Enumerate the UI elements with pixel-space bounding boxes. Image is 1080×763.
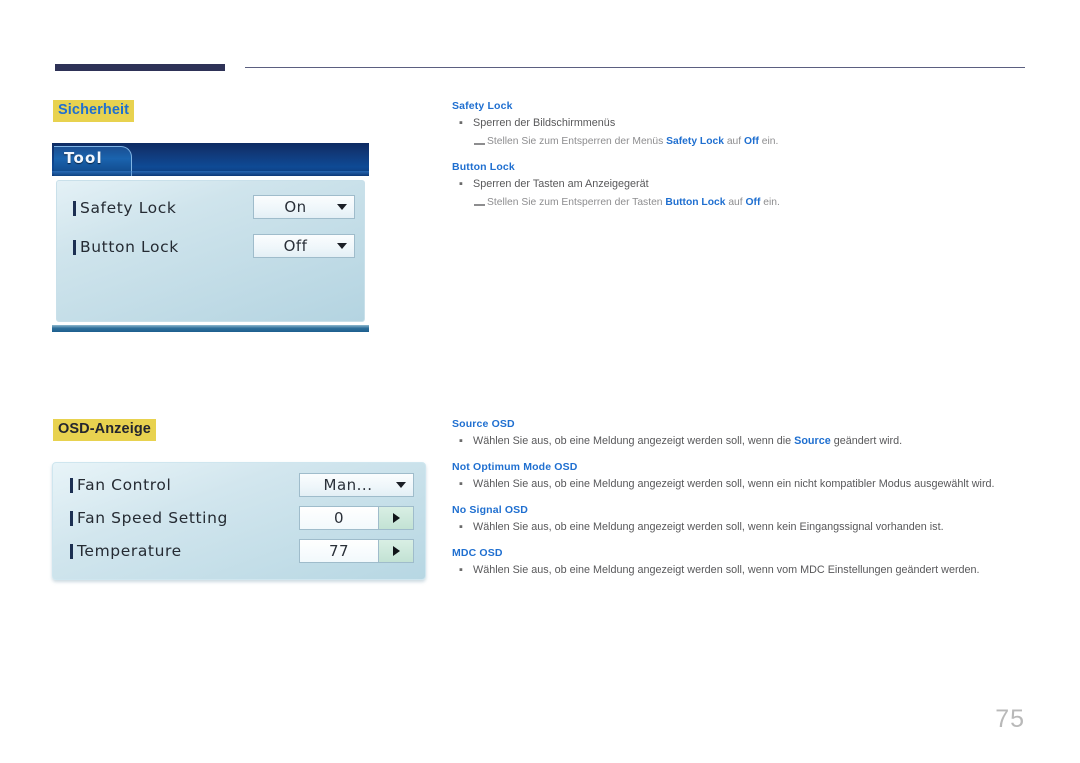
osd-panel-tool: Tool Safety Lock On Button Lock Off (52, 143, 369, 332)
osd-row-label: Temperature (77, 542, 182, 560)
bullet-icon: ▪ (459, 563, 463, 576)
osd-stepper-increase-button[interactable] (378, 507, 413, 529)
osd-row-label: Button Lock (80, 238, 179, 256)
doc-bullet-text: Wählen Sie aus, ob eine Meldung angezeig… (473, 563, 980, 576)
doc-term-not-optimum-mode-osd: Not Optimum Mode OSD (452, 460, 578, 473)
osd-panel-tab-label: Tool (64, 149, 103, 167)
osd-panel-footer-bar (52, 325, 369, 332)
doc-bullet-item: ▪ Wählen Sie aus, ob eine Meldung angeze… (452, 520, 1027, 536)
documentation-section-security: Safety Lock ▪ Sperren der Bildschirmmenü… (452, 100, 1027, 213)
osd-row-label: Fan Speed Setting (77, 509, 228, 527)
header-rule-thin-line (245, 67, 1025, 68)
doc-bullet-text: Sperren der Bildschirmmenüs (473, 117, 616, 129)
doc-note-suffix: ein. (760, 196, 780, 208)
chevron-down-icon (337, 243, 347, 249)
doc-note-bold-term-2: Off (745, 196, 761, 208)
osd-panel-titlebar: Tool (52, 143, 369, 176)
doc-bullet-item: ▪ Sperren der Bildschirmmenüs (452, 116, 1027, 132)
osd-dropdown-value: Off (283, 237, 308, 255)
doc-note-prefix: Stellen Sie zum Entsperren der Tasten (487, 196, 666, 208)
section-heading-osd-anzeige: OSD-Anzeige (53, 419, 156, 441)
dash-icon (474, 142, 485, 146)
doc-term-source-osd: Source OSD (452, 418, 515, 430)
osd-row-button-lock: Button Lock (73, 234, 179, 260)
doc-bullet-item: ▪ Wählen Sie aus, ob eine Meldung angeze… (452, 434, 1027, 450)
doc-term-no-signal-osd: No Signal OSD (452, 503, 529, 516)
osd-row-fan-control: Fan Control (70, 472, 171, 498)
doc-bullet-suffix: geändert wird. (830, 435, 903, 447)
osd-dropdown-fan-control[interactable]: Man... (299, 473, 414, 497)
chevron-right-icon (392, 546, 400, 556)
doc-note-text: Stellen Sie zum Entsperren der Tasten Bu… (487, 196, 780, 211)
doc-note-bold-term-2: Off (744, 135, 759, 147)
doc-bullet-item: ▪ Sperren der Tasten am Anzeigegerät (452, 177, 1027, 193)
osd-stepper-value: 0 (300, 507, 378, 529)
doc-bullet-prefix: Wählen Sie aus, ob eine Meldung angezeig… (473, 435, 795, 447)
bullet-icon: ▪ (459, 477, 463, 490)
documentation-section-osd: Source OSD ▪ Wählen Sie aus, ob eine Mel… (452, 418, 1027, 582)
doc-bullet-item: ▪ Wählen Sie aus, ob eine Meldung angeze… (452, 563, 1027, 579)
osd-row-label: Safety Lock (80, 199, 177, 217)
osd-dropdown-value: On (284, 198, 307, 216)
bullet-icon: ▪ (459, 177, 463, 190)
row-marker-icon (70, 477, 73, 493)
osd-dropdown-button-lock[interactable]: Off (253, 234, 355, 258)
header-rule-thick-bar (55, 64, 225, 71)
doc-term-button-lock: Button Lock (452, 160, 515, 173)
doc-bullet-bold-term: Source (794, 435, 831, 447)
osd-stepper-temperature[interactable]: 77 (299, 539, 414, 563)
doc-note-mid: auf (723, 135, 744, 147)
doc-note-bold-term-1: Button Lock (665, 196, 726, 208)
doc-note-suffix: ein. (758, 135, 779, 147)
osd-panel-display: Fan Control Man... Fan Speed Setting 0 T… (52, 462, 426, 580)
osd-stepper-value: 77 (300, 540, 378, 562)
section-heading-sicherheit: Sicherheit (53, 100, 135, 122)
page-number: 75 (995, 705, 1025, 733)
doc-bullet-text: Sperren der Tasten am Anzeigegerät (473, 177, 649, 190)
osd-row-safety-lock: Safety Lock (73, 195, 176, 221)
doc-term-mdc-osd: MDC OSD (452, 546, 503, 559)
osd-row-temperature: Temperature (70, 538, 182, 564)
chevron-down-icon (337, 204, 347, 210)
doc-bullet-text: Wählen Sie aus, ob eine Meldung angezeig… (473, 477, 995, 490)
dash-icon (474, 203, 485, 207)
osd-dropdown-value: Man... (323, 476, 373, 494)
doc-bullet-item: ▪ Wählen Sie aus, ob eine Meldung angeze… (452, 477, 1027, 493)
row-marker-icon (73, 239, 76, 255)
osd-stepper-fan-speed-setting[interactable]: 0 (299, 506, 414, 530)
doc-bullet-text: Wählen Sie aus, ob eine Meldung angezeig… (473, 434, 902, 450)
doc-note-prefix: Stellen Sie zum Entsperren der Menüs (487, 135, 667, 147)
row-marker-icon (70, 510, 73, 526)
osd-row-fan-speed-setting: Fan Speed Setting (70, 505, 228, 531)
chevron-right-icon (392, 513, 400, 523)
doc-note-mid: auf (725, 196, 746, 208)
osd-dropdown-safety-lock[interactable]: On (253, 195, 355, 219)
chevron-down-icon (396, 482, 406, 488)
osd-panel-body: Safety Lock On Button Lock Off (56, 180, 365, 322)
row-marker-icon (73, 200, 76, 216)
osd-row-label: Fan Control (77, 476, 172, 494)
page-header-rule (55, 64, 1025, 74)
doc-note-bold-term-1: Safety Lock (666, 135, 724, 147)
doc-note-text: Stellen Sie zum Entsperren der Menüs Saf… (487, 135, 778, 150)
bullet-icon: ▪ (459, 520, 463, 533)
doc-note-item: Stellen Sie zum Entsperren der Menüs Saf… (452, 135, 1027, 150)
bullet-icon: ▪ (459, 117, 463, 129)
doc-term-safety-lock: Safety Lock (452, 100, 513, 112)
doc-note-item: Stellen Sie zum Entsperren der Tasten Bu… (452, 196, 1027, 211)
osd-stepper-increase-button[interactable] (378, 540, 413, 562)
row-marker-icon (70, 543, 73, 559)
doc-bullet-text: Wählen Sie aus, ob eine Meldung angezeig… (473, 520, 944, 533)
bullet-icon: ▪ (459, 435, 463, 447)
